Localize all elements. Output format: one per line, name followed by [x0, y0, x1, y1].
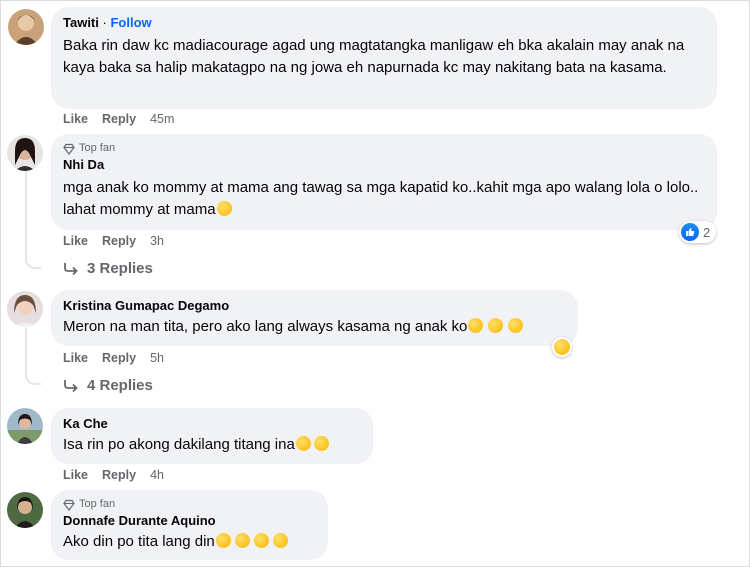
expressionless-face-icon [488, 318, 504, 333]
replies-count-label: 3 Replies [87, 260, 153, 277]
rolling-eyes-icon [468, 318, 484, 333]
avatar[interactable] [7, 291, 43, 327]
grinning-cat-icon [215, 533, 231, 548]
comment-bubble: Top fan Nhi Da mga anak ko mommy at mama… [51, 134, 717, 230]
comment-bubble: Ka Che Isa rin po akong dakilang titang … [51, 408, 373, 464]
reaction-summary[interactable]: 2 [679, 221, 717, 243]
view-replies-button[interactable]: 4 Replies [63, 377, 153, 394]
haha-reaction[interactable] [552, 337, 572, 357]
comment-author[interactable]: Donnafe Durante Aquino [63, 513, 316, 529]
top-fan-badge: Top fan [63, 142, 705, 155]
heart-eyes-icon [313, 436, 329, 451]
reply-button[interactable]: Reply [102, 468, 136, 482]
grinning-cat-icon [272, 533, 288, 548]
comment-timestamp[interactable]: 3h [150, 234, 164, 248]
comment-text: Isa rin po akong dakilang titang ina [63, 436, 295, 453]
separator-dot: · [102, 15, 107, 30]
replies-count-label: 4 Replies [87, 377, 153, 394]
avatar[interactable] [7, 135, 43, 171]
avatar[interactable] [7, 492, 43, 528]
reaction-count: 2 [703, 224, 711, 240]
grinning-sweat-icon [508, 318, 524, 333]
reply-arrow-icon [64, 379, 78, 392]
comment-text: Meron na man tita, pero ako lang always … [63, 318, 468, 335]
comment-author[interactable]: Ka Che [63, 416, 361, 432]
like-button[interactable]: Like [63, 112, 88, 126]
comment-actions: Like Reply 4h [63, 468, 164, 482]
comment-actions: Like Reply 5h [63, 351, 164, 365]
reply-button[interactable]: Reply [102, 351, 136, 365]
grinning-cat-icon [253, 533, 269, 548]
avatar[interactable] [8, 9, 44, 45]
comment-bubble: Tawiti · Follow Baka rin daw kc madiacou… [51, 7, 717, 109]
comment-author[interactable]: Kristina Gumapac Degamo [63, 298, 566, 314]
like-reaction-icon [681, 223, 699, 241]
diamond-icon [63, 499, 75, 511]
comment-author[interactable]: Tawiti [63, 15, 99, 30]
comment-actions: Like Reply 45m [63, 112, 174, 126]
reply-button[interactable]: Reply [102, 112, 136, 126]
comment-timestamp[interactable]: 45m [150, 112, 174, 126]
thread-connector [25, 369, 41, 385]
comment-author[interactable]: Nhi Da [63, 157, 705, 173]
reply-button[interactable]: Reply [102, 234, 136, 248]
rolling-on-floor-laughing-icon [295, 436, 311, 451]
like-button[interactable]: Like [63, 234, 88, 248]
comment-timestamp[interactable]: 4h [150, 468, 164, 482]
thread-connector [25, 253, 41, 269]
grinning-cat-icon [234, 533, 250, 548]
view-replies-button[interactable]: 3 Replies [63, 260, 153, 277]
avatar[interactable] [7, 408, 43, 444]
reply-arrow-icon [64, 262, 78, 275]
top-fan-badge: Top fan [63, 498, 316, 511]
diamond-icon [63, 143, 75, 155]
comment-actions: Like Reply 3h [63, 234, 164, 248]
comment-bubble: Kristina Gumapac Degamo Meron na man tit… [51, 290, 578, 346]
badge-label: Top fan [79, 498, 116, 510]
badge-label: Top fan [79, 142, 116, 154]
like-button[interactable]: Like [63, 351, 88, 365]
comments-panel: Tawiti · Follow Baka rin daw kc madiacou… [0, 0, 750, 567]
comment-text: Ako din po tita lang din [63, 533, 215, 550]
comment-bubble: Top fan Donnafe Durante Aquino Ako din p… [51, 490, 328, 560]
haha-icon [554, 339, 570, 355]
thread-line [25, 171, 27, 263]
like-button[interactable]: Like [63, 468, 88, 482]
smiling-face-with-hearts-icon [216, 201, 232, 216]
comment-timestamp[interactable]: 5h [150, 351, 164, 365]
comment-text: Baka rin daw kc madiacourage agad ung ma… [63, 37, 685, 76]
comment-text: mga anak ko mommy at mama ang tawag sa m… [63, 179, 699, 218]
follow-button[interactable]: Follow [110, 15, 151, 30]
